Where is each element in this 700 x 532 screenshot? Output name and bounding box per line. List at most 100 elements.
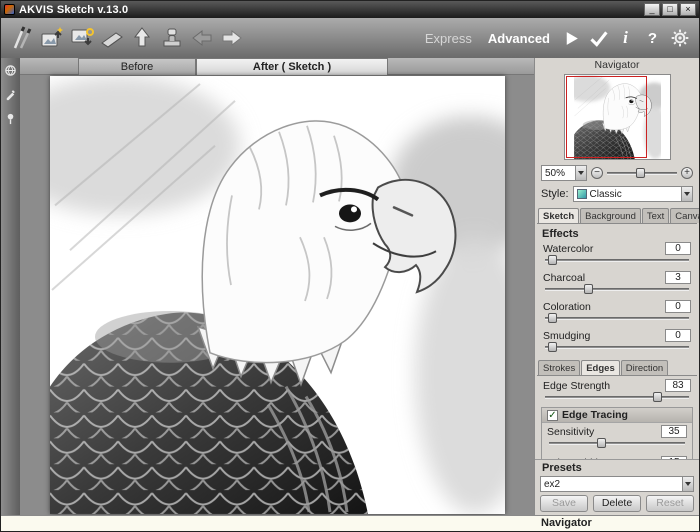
eagle-sketch-image <box>50 76 505 514</box>
zoom-slider[interactable] <box>607 167 677 179</box>
zoom-select[interactable]: 50% <box>541 165 587 181</box>
watercolor-slider[interactable] <box>545 255 689 266</box>
effects-title: Effects <box>542 228 579 240</box>
tab-before[interactable]: Before <box>78 58 196 75</box>
reset-preset-button[interactable]: Reset <box>646 495 694 512</box>
info-button[interactable]: i <box>612 23 639 53</box>
sensitivity-slider[interactable] <box>549 438 685 449</box>
share-button[interactable] <box>157 22 187 54</box>
view-tab-bar: Before After ( Sketch ) <box>20 58 534 75</box>
brushes-tool-icon[interactable] <box>7 22 37 54</box>
style-label: Style: <box>541 188 569 200</box>
save-image-button[interactable] <box>67 22 97 54</box>
style-select[interactable]: Classic <box>572 186 693 202</box>
share-panel-button[interactable] <box>3 63 18 78</box>
tab-direction[interactable]: Direction <box>620 360 669 375</box>
navigator-thumbnail[interactable] <box>563 74 671 160</box>
smudging-slider-track[interactable] <box>545 346 689 349</box>
edge-tracing-checkbox[interactable]: ✓ <box>547 409 558 421</box>
edge-strength-slider-thumb[interactable] <box>653 392 663 402</box>
smudging-value-field[interactable]: 0 <box>665 329 691 342</box>
zoom-in-button[interactable]: + <box>681 167 693 179</box>
pin-icon <box>7 113 14 125</box>
stroke-tab-divider <box>537 375 697 376</box>
app-window: AKVIS Sketch v.13.0 _ □ × Express Advanc… <box>0 0 700 532</box>
parameter-tabs: Sketch Background Text Canvas <box>535 205 699 223</box>
tab-sketch[interactable]: Sketch <box>538 208 580 223</box>
watercolor-slider-thumb[interactable] <box>548 255 558 265</box>
charcoal-value-field[interactable]: 3 <box>665 271 691 284</box>
edge-strength-slider[interactable] <box>545 392 689 403</box>
image-viewer: Before After ( Sketch ) <box>20 58 534 515</box>
result-image[interactable] <box>49 76 505 514</box>
charcoal-slider-thumb[interactable] <box>584 284 594 294</box>
eyedropper-button[interactable] <box>3 87 18 102</box>
tab-strokes[interactable]: Strokes <box>538 360 581 375</box>
pin-panel-button[interactable] <box>3 111 18 126</box>
help-button[interactable]: ? <box>639 23 666 53</box>
title-bar: AKVIS Sketch v.13.0 _ □ × <box>1 1 699 18</box>
edge-tracing-label: Edge Tracing <box>562 409 628 421</box>
tab-background[interactable]: Background <box>580 208 641 223</box>
tab-canvas[interactable]: Canvas <box>670 208 699 223</box>
edge-strength-slider-track[interactable] <box>545 396 689 399</box>
sensitivity-value-field[interactable]: 35 <box>661 425 687 438</box>
zoom-value: 50% <box>545 167 566 179</box>
left-tool-strip <box>1 58 20 515</box>
param-row-smudging: Smudging 0 <box>535 328 699 342</box>
charcoal-slider[interactable] <box>545 284 689 295</box>
open-image-button[interactable] <box>37 22 67 54</box>
print-button[interactable] <box>97 22 127 54</box>
coloration-slider-thumb[interactable] <box>548 313 558 323</box>
maximize-button[interactable]: □ <box>662 3 678 16</box>
preset-dropdown-arrow-icon[interactable] <box>682 477 693 491</box>
sensitivity-slider-track[interactable] <box>549 442 685 445</box>
status-hint-text: Navigator <box>541 517 592 529</box>
window-title: AKVIS Sketch v.13.0 <box>19 3 129 16</box>
tab-text[interactable]: Text <box>641 208 670 223</box>
minimize-button[interactable]: _ <box>644 3 660 16</box>
preset-select[interactable]: ex2 <box>540 476 694 492</box>
zoom-dropdown-arrow-icon[interactable] <box>575 166 586 180</box>
preferences-button[interactable] <box>666 23 693 53</box>
canvas-area <box>20 75 534 515</box>
param-row-charcoal: Charcoal 3 <box>535 270 699 284</box>
smudging-slider-thumb[interactable] <box>548 342 558 352</box>
close-button[interactable]: × <box>680 3 696 16</box>
watercolor-value-field[interactable]: 0 <box>665 242 691 255</box>
zoom-slider-thumb[interactable] <box>635 167 645 178</box>
style-row: Style: Classic <box>535 184 699 205</box>
apply-button[interactable] <box>585 23 612 53</box>
smudging-slider[interactable] <box>545 342 689 353</box>
stamp-icon <box>163 28 181 47</box>
edge-strength-value-field[interactable]: 83 <box>665 379 691 392</box>
watercolor-slider-track[interactable] <box>545 259 689 262</box>
zoom-out-button[interactable]: − <box>591 167 603 179</box>
coloration-slider-track[interactable] <box>545 317 689 320</box>
preset-value: ex2 <box>544 478 561 490</box>
style-dropdown-arrow-icon[interactable] <box>681 187 692 201</box>
redo-button[interactable] <box>217 22 247 54</box>
print-icon <box>101 32 123 48</box>
upload-button[interactable] <box>127 22 157 54</box>
question-icon: ? <box>647 29 658 47</box>
navigator-view-frame[interactable] <box>565 76 648 158</box>
run-button[interactable] <box>558 23 585 53</box>
mode-advanced[interactable]: Advanced <box>488 31 550 46</box>
style-swatch-icon <box>576 189 587 199</box>
tab-edges[interactable]: Edges <box>581 360 620 375</box>
charcoal-slider-track[interactable] <box>545 288 689 291</box>
sensitivity-label: Sensitivity <box>547 425 595 438</box>
smudging-label: Smudging <box>543 329 591 342</box>
delete-preset-button[interactable]: Delete <box>593 495 641 512</box>
save-preset-button[interactable]: Save <box>540 495 588 512</box>
sensitivity-slider-thumb[interactable] <box>596 438 606 448</box>
tab-after-sketch[interactable]: After ( Sketch ) <box>196 58 388 75</box>
tab-divider <box>537 223 697 224</box>
coloration-slider[interactable] <box>545 313 689 324</box>
mode-express[interactable]: Express <box>425 31 472 46</box>
coloration-label: Coloration <box>543 300 591 313</box>
app-logo-icon <box>4 4 15 15</box>
undo-button[interactable] <box>187 22 217 54</box>
coloration-value-field[interactable]: 0 <box>665 300 691 313</box>
